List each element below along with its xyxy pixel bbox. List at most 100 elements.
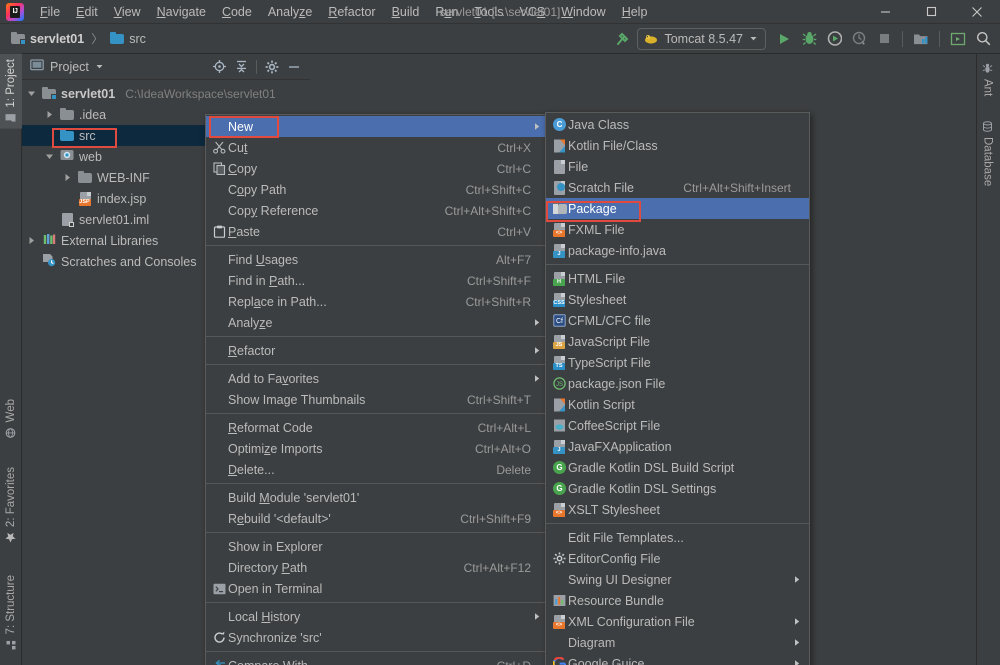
sidebar-item-structure[interactable]: 7: Structure: [0, 570, 22, 655]
context-menu-item-show-in-explorer[interactable]: Show in Explorer: [206, 536, 549, 557]
context-menu-item-build-module-servlet01[interactable]: Build Module 'servlet01': [206, 487, 549, 508]
new-submenu-item-stylesheet[interactable]: CSS Stylesheet: [546, 289, 809, 310]
new-submenu-item-gradle-kotlin-dsl-settings[interactable]: G Gradle Kotlin DSL Settings: [546, 478, 809, 499]
menu-vcs[interactable]: VCS: [512, 3, 554, 21]
build-project-button[interactable]: [612, 28, 634, 50]
context-menu-item-replace-in-path[interactable]: Replace in Path... Ctrl+Shift+R: [206, 291, 549, 312]
tree-expander-icon[interactable]: [26, 235, 37, 246]
collapse-all-icon[interactable]: [231, 57, 251, 77]
new-submenu-item-fxml-file[interactable]: <> FXML File: [546, 219, 809, 240]
hide-icon[interactable]: [284, 57, 304, 77]
context-menu-item-new[interactable]: New: [206, 116, 549, 137]
tree-expander-icon[interactable]: [26, 88, 37, 99]
run-configuration-selector[interactable]: Tomcat 8.5.47: [637, 27, 766, 50]
context-menu-item-local-history[interactable]: Local History: [206, 606, 549, 627]
new-submenu-item-xslt-stylesheet[interactable]: <> XSLT Stylesheet: [546, 499, 809, 520]
sidebar-item-project[interactable]: 1: Project: [0, 54, 22, 129]
menu-run[interactable]: Run: [427, 3, 466, 21]
tree-expander-icon[interactable]: [44, 214, 55, 225]
new-submenu-item-package[interactable]: Package: [546, 198, 809, 219]
context-menu-item-copy-reference[interactable]: Copy Reference Ctrl+Alt+Shift+C: [206, 200, 549, 221]
breadcrumb-item-servlet01[interactable]: servlet01: [8, 30, 87, 48]
new-submenu-item-typescript-file[interactable]: TS TypeScript File: [546, 352, 809, 373]
menu-tools[interactable]: Tools: [466, 3, 511, 21]
breadcrumb-item-src[interactable]: src: [107, 30, 149, 48]
context-menu-item-show-image-thumbnails[interactable]: Show Image Thumbnails Ctrl+Shift+T: [206, 389, 549, 410]
context-menu-item-synchronize-src[interactable]: Synchronize 'src': [206, 627, 549, 648]
new-submenu-item-edit-file-templates[interactable]: Edit File Templates...: [546, 527, 809, 548]
context-menu-item-compare-with[interactable]: Compare With...Ctrl+D: [206, 655, 549, 665]
tree-expander-icon[interactable]: [44, 109, 55, 120]
context-menu-item-paste[interactable]: Paste Ctrl+V: [206, 221, 549, 242]
new-submenu-item-javafxapplication[interactable]: J JavaFXApplication: [546, 436, 809, 457]
sidebar-item-favorites[interactable]: 2: Favorites: [0, 462, 22, 548]
menu-build[interactable]: Build: [384, 3, 428, 21]
tree-expander-icon[interactable]: [62, 172, 73, 183]
run-with-coverage-button[interactable]: [823, 28, 845, 50]
context-menu-item-find-in-path[interactable]: Find in Path... Ctrl+Shift+F: [206, 270, 549, 291]
close-button[interactable]: [954, 0, 1000, 24]
context-menu-item-open-in-terminal[interactable]: Open in Terminal: [206, 578, 549, 599]
new-submenu-item-gradle-kotlin-dsl-build-script[interactable]: G Gradle Kotlin DSL Build Script: [546, 457, 809, 478]
menu-view[interactable]: View: [106, 3, 149, 21]
new-submenu[interactable]: C Java Class Kotlin File/Class File Scratch …: [545, 112, 810, 665]
tree-expander-icon[interactable]: [44, 130, 55, 141]
menu-edit[interactable]: Edit: [68, 3, 106, 21]
menu-navigate[interactable]: Navigate: [149, 3, 214, 21]
minimize-button[interactable]: [862, 0, 908, 24]
new-submenu-item-swing-ui-designer[interactable]: Swing UI Designer: [546, 569, 809, 590]
context-menu-item-directory-path[interactable]: Directory Path Ctrl+Alt+F12: [206, 557, 549, 578]
context-menu-item-optimize-imports[interactable]: Optimize Imports Ctrl+Alt+O: [206, 438, 549, 459]
new-submenu-item-google-guice[interactable]: Google Guice: [546, 653, 809, 665]
new-submenu-item-package-json-file[interactable]: JS package.json File: [546, 373, 809, 394]
gear-icon[interactable]: [262, 57, 282, 77]
stop-button[interactable]: [873, 28, 895, 50]
search-everywhere-button[interactable]: [972, 28, 994, 50]
tree-expander-icon[interactable]: [26, 256, 37, 267]
new-submenu-item-xml-configuration-file[interactable]: <> XML Configuration File: [546, 611, 809, 632]
context-menu-item-find-usages[interactable]: Find Usages Alt+F7: [206, 249, 549, 270]
context-menu-item-copy-path[interactable]: Copy Path Ctrl+Shift+C: [206, 179, 549, 200]
tree-node-servlet01[interactable]: servlet01 C:\IdeaWorkspace\servlet01: [22, 83, 310, 104]
context-menu-item-reformat-code[interactable]: Reformat Code Ctrl+Alt+L: [206, 417, 549, 438]
context-menu-item-refactor[interactable]: Refactor: [206, 340, 549, 361]
new-submenu-item-cfml-cfc-file[interactable]: Cf CFML/CFC file: [546, 310, 809, 331]
new-submenu-item-editorconfig-file[interactable]: EditorConfig File: [546, 548, 809, 569]
new-submenu-item-html-file[interactable]: H HTML File: [546, 268, 809, 289]
menu-analyze[interactable]: Analyze: [260, 3, 320, 21]
new-submenu-item-kotlin-script[interactable]: Kotlin Script: [546, 394, 809, 415]
menu-file[interactable]: File: [32, 3, 68, 21]
profile-button[interactable]: [848, 28, 870, 50]
context-menu-item-rebuild-default[interactable]: Rebuild '<default>' Ctrl+Shift+F9: [206, 508, 549, 529]
new-submenu-item-scratch-file[interactable]: Scratch File Ctrl+Alt+Shift+Insert: [546, 177, 809, 198]
new-submenu-item-package-info-java[interactable]: Jpackage-info.java: [546, 240, 809, 261]
sidebar-item-web[interactable]: Web: [0, 394, 22, 443]
context-menu-item-cut[interactable]: Cut Ctrl+X: [206, 137, 549, 158]
menu-window[interactable]: Window: [553, 3, 613, 21]
debug-button[interactable]: [798, 28, 820, 50]
context-menu-item-add-to-favorites[interactable]: Add to Favorites: [206, 368, 549, 389]
updates-button[interactable]: [947, 28, 969, 50]
new-submenu-item-coffeescript-file[interactable]: CoffeeScript File: [546, 415, 809, 436]
new-submenu-item-resource-bundle[interactable]: Resource Bundle: [546, 590, 809, 611]
new-submenu-item-diagram[interactable]: Diagram: [546, 632, 809, 653]
project-structure-button[interactable]: [910, 28, 932, 50]
tree-expander-icon[interactable]: [62, 193, 73, 204]
sidebar-item-ant[interactable]: Ant: [976, 58, 999, 101]
sidebar-item-database[interactable]: Database: [976, 116, 999, 191]
context-menu-item-delete[interactable]: Delete... Delete: [206, 459, 549, 480]
menu-help[interactable]: Help: [614, 3, 656, 21]
tree-expander-icon[interactable]: [44, 151, 55, 162]
new-submenu-item-file[interactable]: File: [546, 156, 809, 177]
context-menu-item-copy[interactable]: Copy Ctrl+C: [206, 158, 549, 179]
context-menu-item-analyze[interactable]: Analyze: [206, 312, 549, 333]
menu-code[interactable]: Code: [214, 3, 260, 21]
project-view-dropdown-icon[interactable]: [95, 60, 104, 74]
menu-refactor[interactable]: Refactor: [320, 3, 383, 21]
new-submenu-item-kotlin-file-class[interactable]: Kotlin File/Class: [546, 135, 809, 156]
select-opened-file-icon[interactable]: [209, 57, 229, 77]
maximize-button[interactable]: [908, 0, 954, 24]
context-menu[interactable]: New Cut Ctrl+X Copy Ctrl+C Copy Path Ctrl+Shif…: [205, 114, 550, 665]
new-submenu-item-javascript-file[interactable]: JS JavaScript File: [546, 331, 809, 352]
new-submenu-item-java-class[interactable]: C Java Class: [546, 114, 809, 135]
